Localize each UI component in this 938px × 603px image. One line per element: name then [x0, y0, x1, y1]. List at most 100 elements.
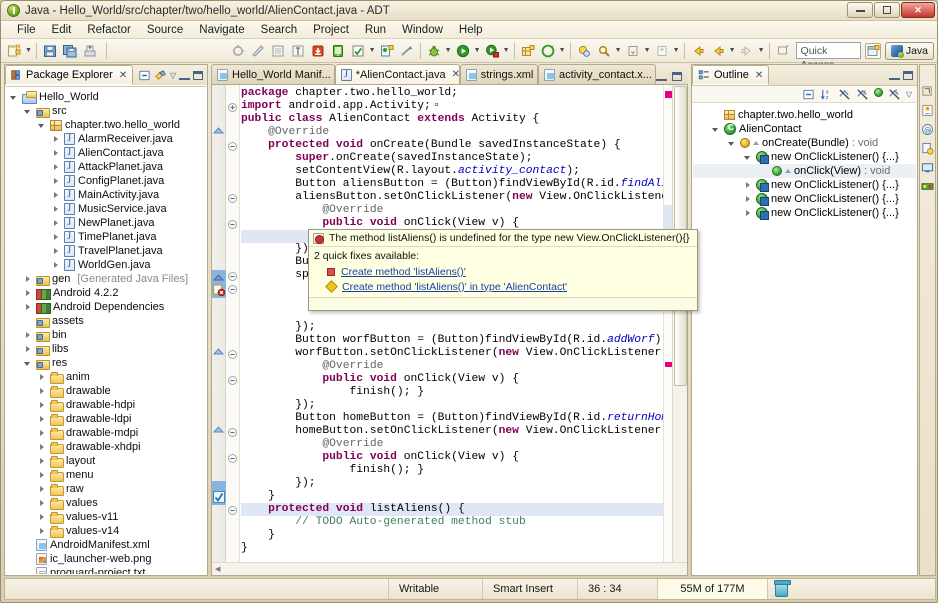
- quick-fix-option-1[interactable]: Create method 'listAliens()': [309, 264, 697, 279]
- code-line[interactable]: Button aliensButton = (Button)findViewBy…: [241, 178, 663, 191]
- collapse-all-icon[interactable]: [802, 88, 815, 101]
- fold-collapse-icon[interactable]: [228, 285, 237, 294]
- editor-vertical-scrollbar[interactable]: [672, 85, 687, 562]
- expand-arrow-closed-icon[interactable]: [24, 345, 33, 354]
- restore-icon[interactable]: [921, 85, 935, 99]
- tree-item[interactable]: chapter.two.hello_world: [6, 118, 206, 132]
- tree-item[interactable]: anim: [6, 370, 206, 384]
- tree-item[interactable]: ic_launcher-web.png: [6, 552, 206, 566]
- menu-run[interactable]: Run: [357, 23, 394, 37]
- minimize-icon[interactable]: [656, 72, 667, 81]
- menu-window[interactable]: Window: [394, 23, 451, 37]
- code-line[interactable]: super.onCreate(savedInstanceState);: [241, 152, 663, 165]
- expand-arrow-closed-icon[interactable]: [52, 247, 61, 256]
- code-line[interactable]: }: [241, 529, 663, 542]
- code-line[interactable]: });: [241, 399, 663, 412]
- expand-arrow-closed-icon[interactable]: [24, 331, 33, 340]
- package-explorer-tree[interactable]: Hello_Worldsrcchapter.two.hello_worldAla…: [6, 86, 206, 574]
- quick-access-input[interactable]: Quick Access: [795, 42, 861, 71]
- tab-outline[interactable]: Outline ✕: [692, 65, 770, 85]
- forward-icon[interactable]: [738, 42, 756, 60]
- tree-item[interactable]: drawable-xhdpi: [6, 440, 206, 454]
- minimize-icon[interactable]: [889, 71, 900, 80]
- save-all-icon[interactable]: [61, 42, 79, 60]
- expand-arrow-closed-icon[interactable]: [52, 219, 61, 228]
- minimize-button[interactable]: [847, 2, 873, 18]
- outline-item[interactable]: onCreate(Bundle) : void: [693, 136, 916, 150]
- new-package-icon[interactable]: [519, 42, 537, 60]
- trash-icon[interactable]: [774, 579, 791, 597]
- code-line[interactable]: Button worfButton = (Button)findViewById…: [241, 334, 663, 347]
- expand-arrow-open-icon[interactable]: [712, 125, 721, 134]
- outline-item[interactable]: AlienContact: [693, 122, 916, 136]
- run-lint-icon[interactable]: [249, 42, 267, 60]
- print-icon[interactable]: [81, 42, 99, 60]
- tree-item[interactable]: bin: [6, 328, 206, 342]
- code-line[interactable]: protected void listAliens() {: [241, 503, 663, 516]
- tree-item[interactable]: drawable-hdpi: [6, 398, 206, 412]
- tree-item[interactable]: libs: [6, 342, 206, 356]
- expand-arrow-closed-icon[interactable]: [38, 485, 47, 494]
- fold-collapse-icon[interactable]: [228, 272, 237, 281]
- close-button[interactable]: ✕: [901, 2, 935, 18]
- expand-arrow-closed-icon[interactable]: [24, 275, 33, 284]
- tree-item[interactable]: Android Dependencies: [6, 300, 206, 314]
- hide-local-types-icon[interactable]: t: [888, 88, 901, 101]
- expand-arrow-closed-icon[interactable]: [52, 177, 61, 186]
- editor-tab[interactable]: Hello_World Manif...: [211, 64, 335, 84]
- expand-arrow-closed-icon[interactable]: [52, 261, 61, 270]
- editor-folding-column[interactable]: [226, 85, 240, 575]
- close-icon[interactable]: ✕: [119, 70, 127, 81]
- expand-arrow-closed-icon[interactable]: [38, 373, 47, 382]
- menu-help[interactable]: Help: [451, 23, 491, 37]
- tree-item[interactable]: TimePlanet.java: [6, 230, 206, 244]
- maximize-icon[interactable]: [672, 72, 682, 81]
- expand-arrow-closed-icon[interactable]: [744, 181, 753, 190]
- quick-fix-popup[interactable]: The method listAliens() is undefined for…: [308, 229, 698, 311]
- code-line[interactable]: finish(); }: [241, 464, 663, 477]
- javadoc-icon[interactable]: @: [921, 123, 935, 137]
- open-type-icon[interactable]: [575, 42, 593, 60]
- tree-item[interactable]: AlienContact.java: [6, 146, 206, 160]
- code-line[interactable]: @Override: [241, 126, 663, 139]
- error-marker-icon[interactable]: [213, 284, 226, 297]
- expand-arrow-open-icon[interactable]: [10, 93, 19, 102]
- expand-arrow-open-icon[interactable]: [24, 359, 33, 368]
- android-sdk-manager-icon[interactable]: [269, 42, 287, 60]
- code-line[interactable]: public void onClick(View v) {: [241, 373, 663, 386]
- maximize-icon[interactable]: [193, 70, 203, 80]
- quick-fix-option-2[interactable]: Create method 'listAliens()' in type 'Al…: [309, 279, 697, 294]
- code-line[interactable]: finish(); }: [241, 386, 663, 399]
- fold-collapse-icon[interactable]: [228, 220, 237, 229]
- view-menu-icon[interactable]: ▽: [906, 90, 912, 99]
- fold-collapse-icon[interactable]: [228, 428, 237, 437]
- code-line[interactable]: protected void onCreate(Bundle savedInst…: [241, 139, 663, 152]
- prev-annotation-icon[interactable]: [653, 42, 671, 60]
- menu-file[interactable]: File: [9, 23, 44, 37]
- expand-arrow-open-icon[interactable]: [744, 153, 753, 162]
- code-line[interactable]: public void onClick(View v) {: [241, 451, 663, 464]
- outline-item[interactable]: new OnClickListener() {...}: [693, 178, 916, 192]
- debug-caret[interactable]: ▼: [444, 42, 453, 60]
- expand-arrow-closed-icon[interactable]: [52, 163, 61, 172]
- next-caret[interactable]: ▼: [643, 42, 652, 60]
- expand-arrow-closed-icon[interactable]: [744, 195, 753, 204]
- code-line[interactable]: setContentView(R.layout.activity_contact…: [241, 165, 663, 178]
- expand-arrow-closed-icon[interactable]: [38, 499, 47, 508]
- new-dropdown-caret[interactable]: ▼: [24, 42, 33, 60]
- expand-arrow-open-icon[interactable]: [38, 121, 47, 130]
- sort-icon[interactable]: az: [820, 88, 833, 101]
- debug-icon[interactable]: [425, 42, 443, 60]
- tree-item[interactable]: MusicService.java: [6, 202, 206, 216]
- close-icon[interactable]: ✕: [755, 70, 763, 81]
- back-caret[interactable]: ▼: [728, 42, 737, 60]
- link-icon[interactable]: [774, 42, 792, 60]
- editor-overview-ruler[interactable]: [663, 85, 672, 562]
- git-caret[interactable]: ▼: [558, 42, 567, 60]
- code-line[interactable]: }: [241, 490, 663, 503]
- tree-item[interactable]: values: [6, 496, 206, 510]
- quick-fix-marker-icon[interactable]: [213, 491, 225, 503]
- open-perspective-icon[interactable]: [864, 42, 881, 59]
- code-line[interactable]: @Override: [241, 360, 663, 373]
- android-avd-manager-icon[interactable]: [289, 42, 307, 60]
